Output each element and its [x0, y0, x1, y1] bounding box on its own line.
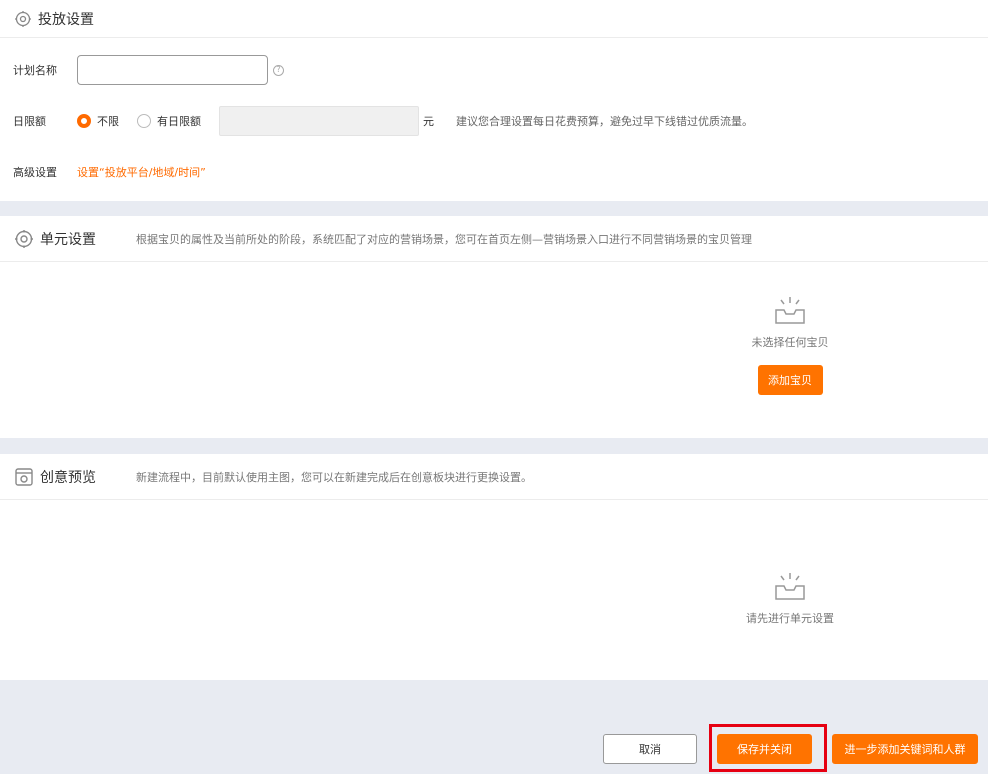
daily-limit-label: 日限额	[13, 115, 46, 128]
radio-unlimited[interactable]: 不限	[77, 113, 119, 129]
radio-limited[interactable]: 有日限额	[137, 113, 201, 129]
next-add-keywords-button[interactable]: 进一步添加关键词和人群	[832, 734, 978, 764]
image-preview-icon	[15, 467, 33, 486]
plan-name-input[interactable]	[77, 55, 268, 85]
delivery-settings-header: 投放设置	[0, 0, 988, 38]
settings-gear-icon	[15, 229, 33, 248]
advanced-settings-label: 高级设置	[13, 166, 57, 179]
advanced-settings-row: 高级设置 设置“投放平台/地域/时间”	[13, 164, 206, 180]
daily-budget-input[interactable]	[219, 106, 419, 136]
unit-settings-desc: 根据宝贝的属性及当前所处的阶段，系统匹配了对应的营销场景，您可在首页左侧—营销场…	[136, 232, 752, 246]
radio-selected-icon	[77, 114, 91, 128]
delivery-settings-panel: 投放设置 计划名称 ? 日限额 不限 有日限额 元 建议您合理设置每日花费预算，…	[0, 0, 988, 201]
cancel-button[interactable]: 取消	[603, 734, 697, 764]
plan-name-label: 计划名称	[13, 64, 57, 77]
radio-limited-label: 有日限额	[157, 115, 201, 128]
save-and-close-button[interactable]: 保存并关闭	[717, 734, 812, 764]
creative-preview-panel: 创意预览 新建流程中，目前默认使用主图，您可以在新建完成后在创意板块进行更换设置…	[0, 454, 988, 680]
unit-empty-state: 未选择任何宝贝 添加宝贝	[730, 296, 850, 395]
empty-box-icon	[775, 297, 805, 324]
creative-preview-title: 创意预览	[40, 469, 96, 486]
delivery-settings-title: 投放设置	[38, 11, 94, 28]
daily-limit-row: 日限额 不限 有日限额 元 建议您合理设置每日花费预算，避免过早下线错过优质流量…	[13, 106, 753, 136]
unit-settings-panel: 单元设置 根据宝贝的属性及当前所处的阶段，系统匹配了对应的营销场景，您可在首页左…	[0, 216, 988, 438]
unit-settings-title: 单元设置	[40, 231, 96, 248]
unit-empty-text: 未选择任何宝贝	[751, 336, 829, 349]
unit-settings-header: 单元设置 根据宝贝的属性及当前所处的阶段，系统匹配了对应的营销场景，您可在首页左…	[0, 216, 988, 262]
plan-name-row: 计划名称 ?	[13, 55, 284, 85]
radio-unselected-icon	[137, 114, 151, 128]
empty-box-icon	[775, 573, 805, 600]
creative-preview-header: 创意预览 新建流程中，目前默认使用主图，您可以在新建完成后在创意板块进行更换设置…	[0, 454, 988, 500]
currency-unit: 元	[423, 115, 434, 128]
help-icon[interactable]: ?	[273, 64, 284, 76]
radio-unlimited-label: 不限	[97, 115, 119, 128]
settings-gear-icon	[15, 10, 31, 27]
creative-empty-text: 请先进行单元设置	[746, 612, 834, 625]
add-product-button[interactable]: 添加宝贝	[757, 365, 823, 395]
budget-hint: 建议您合理设置每日花费预算，避免过早下线错过优质流量。	[456, 115, 753, 128]
advanced-settings-link[interactable]: 设置“投放平台/地域/时间”	[77, 164, 206, 180]
creative-empty-state: 请先进行单元设置	[730, 572, 850, 626]
creative-preview-desc: 新建流程中，目前默认使用主图，您可以在新建完成后在创意板块进行更换设置。	[136, 470, 532, 484]
